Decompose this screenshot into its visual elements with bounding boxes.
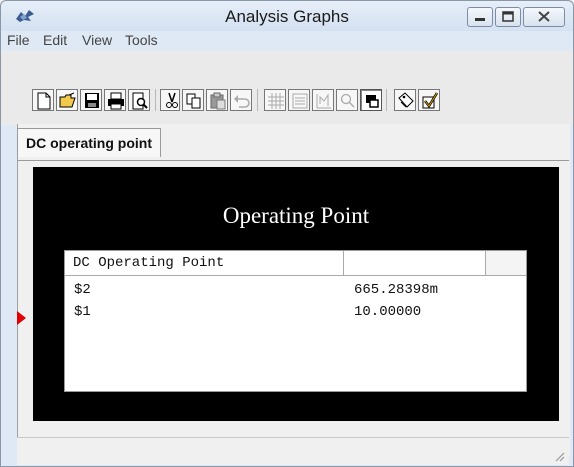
undo-button[interactable] [230,89,252,111]
grid-button[interactable] [264,89,286,111]
maximize-button[interactable] [495,7,521,27]
minimize-button[interactable] [467,7,493,27]
toolbar-separator [257,89,258,111]
minimize-icon [475,18,485,21]
tab-divider [17,160,569,161]
column-header-value[interactable] [344,251,486,275]
row-label: $2 [74,282,91,298]
table-row[interactable]: $2 665.28398m [65,279,526,301]
zoom-icon [340,93,355,108]
table-button[interactable] [288,89,310,111]
tab-dc-operating-point[interactable]: DC operating point [17,128,161,157]
cut-button[interactable] [160,89,180,111]
paste-button[interactable] [206,89,228,111]
copy-button[interactable] [182,89,204,111]
menu-edit[interactable]: Edit [43,32,67,48]
save-button[interactable] [80,89,102,111]
graph-title: Operating Point [222,203,370,228]
table-icon [292,93,308,109]
menu-view[interactable]: View [82,32,112,48]
grid-icon [268,93,284,109]
print-button[interactable] [104,89,126,111]
toolbar [1,51,573,125]
scissors-icon [166,92,178,108]
table-header: DC Operating Point [65,251,526,276]
tag-icon [398,92,414,108]
save-icon [85,93,99,108]
column-header-name[interactable]: DC Operating Point [65,251,344,275]
row-value: 10.00000 [354,304,422,320]
maximize-icon [502,11,514,22]
close-button[interactable] [523,7,565,27]
menu-bar: File Edit View Tools [1,31,573,51]
open-button[interactable] [56,89,78,111]
copy-icon [186,93,201,109]
close-icon [538,11,550,22]
tag-button[interactable] [394,89,416,111]
print-preview-button[interactable] [128,89,150,111]
graph-settings-button[interactable] [312,89,334,111]
paste-icon [210,92,226,110]
printer-icon [108,92,124,110]
title-bar[interactable]: Analysis Graphs [1,1,573,31]
row-label: $1 [74,304,91,320]
new-button[interactable] [32,89,54,111]
zoom-button[interactable] [336,89,358,111]
row-value: 665.28398m [354,282,439,298]
menu-tools[interactable]: Tools [125,32,158,48]
results-table: DC Operating Point $2 665.28398m $1 10.0… [64,250,527,392]
check-button[interactable] [418,89,440,111]
undo-icon [234,95,250,108]
column-header-extra[interactable] [486,251,526,275]
check-icon [422,92,439,109]
overlay-button[interactable] [360,89,382,111]
current-row-marker-icon [17,311,26,325]
table-row[interactable]: $1 10.00000 [65,301,526,323]
graph-settings-icon [316,93,331,109]
menu-file[interactable]: File [7,32,30,48]
print-preview-icon [132,92,148,110]
resize-grip-icon[interactable] [553,450,565,462]
toolbar-separator [155,89,156,111]
new-file-icon [37,92,51,110]
overlay-icon [366,95,379,108]
folder-open-icon [59,92,76,108]
status-bar [17,437,569,465]
toolbar-separator [386,89,387,111]
